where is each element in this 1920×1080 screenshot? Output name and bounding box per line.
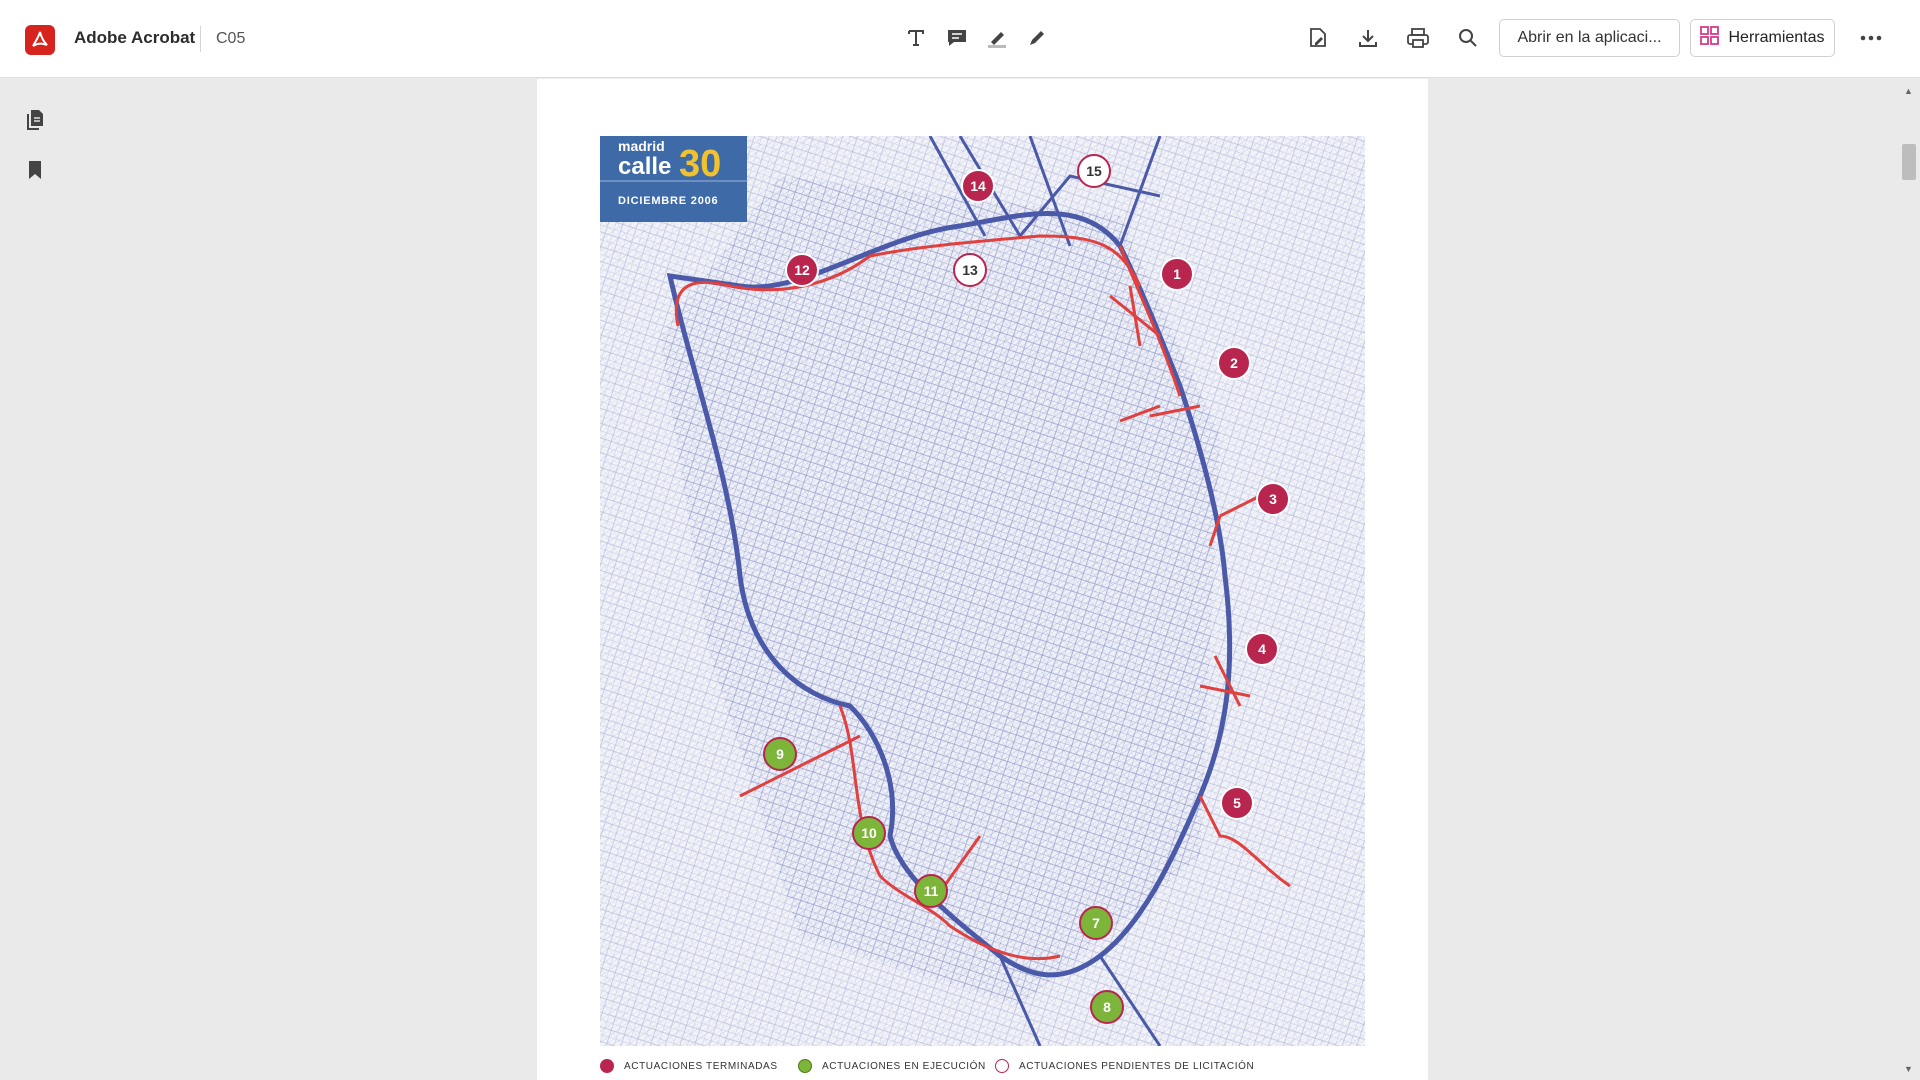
- bookmark-icon[interactable]: [22, 157, 48, 183]
- madrid-calle30-map: madrid calle 30 DICIEMBRE 2006 123457891…: [600, 136, 1365, 1046]
- marker-11: 11: [914, 874, 948, 908]
- marker-13: 13: [953, 253, 987, 287]
- marker-label: 5: [1233, 795, 1241, 811]
- marker-label: 10: [861, 825, 877, 841]
- pages-icon[interactable]: [22, 107, 48, 133]
- scrollbar-thumb[interactable]: [1902, 144, 1916, 180]
- top-toolbar: Adobe Acrobat C05 Abrir en la aplicaci..…: [0, 0, 1920, 78]
- scroll-up-icon[interactable]: ▲: [1904, 86, 1913, 96]
- legend-item-pendientes: ACTUACIONES PENDIENTES DE LICITACIÓN: [995, 1058, 1254, 1074]
- open-in-app-button[interactable]: Abrir en la aplicaci...: [1499, 19, 1680, 57]
- highlight-icon[interactable]: [981, 22, 1013, 54]
- marker-label: 4: [1258, 641, 1266, 657]
- legend-green-dot-icon: [798, 1059, 812, 1073]
- legend-item-terminadas: ACTUACIONES TERMINADAS: [600, 1058, 778, 1074]
- legend-item-ejecucion: ACTUACIONES EN EJECUCIÓN: [798, 1058, 986, 1074]
- tools-label: Herramientas: [1728, 29, 1825, 46]
- legend-label: ACTUACIONES TERMINADAS: [624, 1060, 778, 1072]
- marker-2: 2: [1217, 346, 1251, 380]
- marker-5: 5: [1220, 786, 1254, 820]
- download-icon[interactable]: [1352, 22, 1384, 54]
- marker-4: 4: [1245, 632, 1279, 666]
- divider: [200, 26, 201, 52]
- marker-label: 15: [1086, 163, 1102, 179]
- marker-label: 7: [1092, 915, 1100, 931]
- marker-15: 15: [1077, 154, 1111, 188]
- tools-button[interactable]: Herramientas: [1690, 19, 1835, 57]
- marker-10: 10: [852, 816, 886, 850]
- marker-1: 1: [1160, 257, 1194, 291]
- legend-red-dot-icon: [600, 1059, 614, 1073]
- legend-label: ACTUACIONES PENDIENTES DE LICITACIÓN: [1019, 1060, 1255, 1072]
- map-svg: madrid calle 30 DICIEMBRE 2006 123457891…: [600, 136, 1365, 1046]
- legend-label: ACTUACIONES EN EJECUCIÓN: [822, 1060, 986, 1072]
- marker-label: 11: [924, 883, 939, 899]
- marker-12: 12: [785, 253, 819, 287]
- scroll-down-icon[interactable]: ▼: [1904, 1064, 1913, 1074]
- draw-icon[interactable]: [1021, 22, 1053, 54]
- text-tool-icon[interactable]: [900, 22, 932, 54]
- marker-7: 7: [1079, 906, 1113, 940]
- marker-label: 1: [1173, 266, 1181, 282]
- marker-label: 3: [1269, 491, 1277, 507]
- marker-label: 14: [970, 178, 986, 194]
- marker-9: 9: [763, 737, 797, 771]
- logo-madrid-text: madrid: [618, 138, 665, 154]
- marker-3: 3: [1256, 482, 1290, 516]
- logo-calle-text: calle: [618, 153, 671, 180]
- marker-label: 2: [1230, 355, 1238, 371]
- document-name[interactable]: C05: [216, 30, 245, 48]
- marker-label: 13: [962, 262, 978, 278]
- marker-label: 8: [1103, 999, 1111, 1015]
- logo-number-text: 30: [679, 143, 721, 185]
- more-options-icon[interactable]: [1855, 22, 1887, 54]
- legend-white-dot-icon: [995, 1059, 1009, 1073]
- marker-label: 9: [776, 746, 784, 762]
- marker-label: 12: [794, 262, 810, 278]
- madrid-calle30-logo: madrid calle 30 DICIEMBRE 2006: [600, 136, 747, 222]
- search-icon[interactable]: [1452, 22, 1484, 54]
- print-icon[interactable]: [1402, 22, 1434, 54]
- fill-sign-icon[interactable]: [1302, 22, 1334, 54]
- acrobat-logo-icon[interactable]: [25, 25, 55, 55]
- marker-8: 8: [1090, 990, 1124, 1024]
- logo-date-text: DICIEMBRE 2006: [618, 195, 718, 207]
- comment-icon[interactable]: [941, 22, 973, 54]
- tools-grid-icon: [1700, 25, 1720, 51]
- marker-14: 14: [961, 169, 995, 203]
- scrollbar[interactable]: [1898, 79, 1920, 1080]
- app-name: Adobe Acrobat: [74, 28, 196, 47]
